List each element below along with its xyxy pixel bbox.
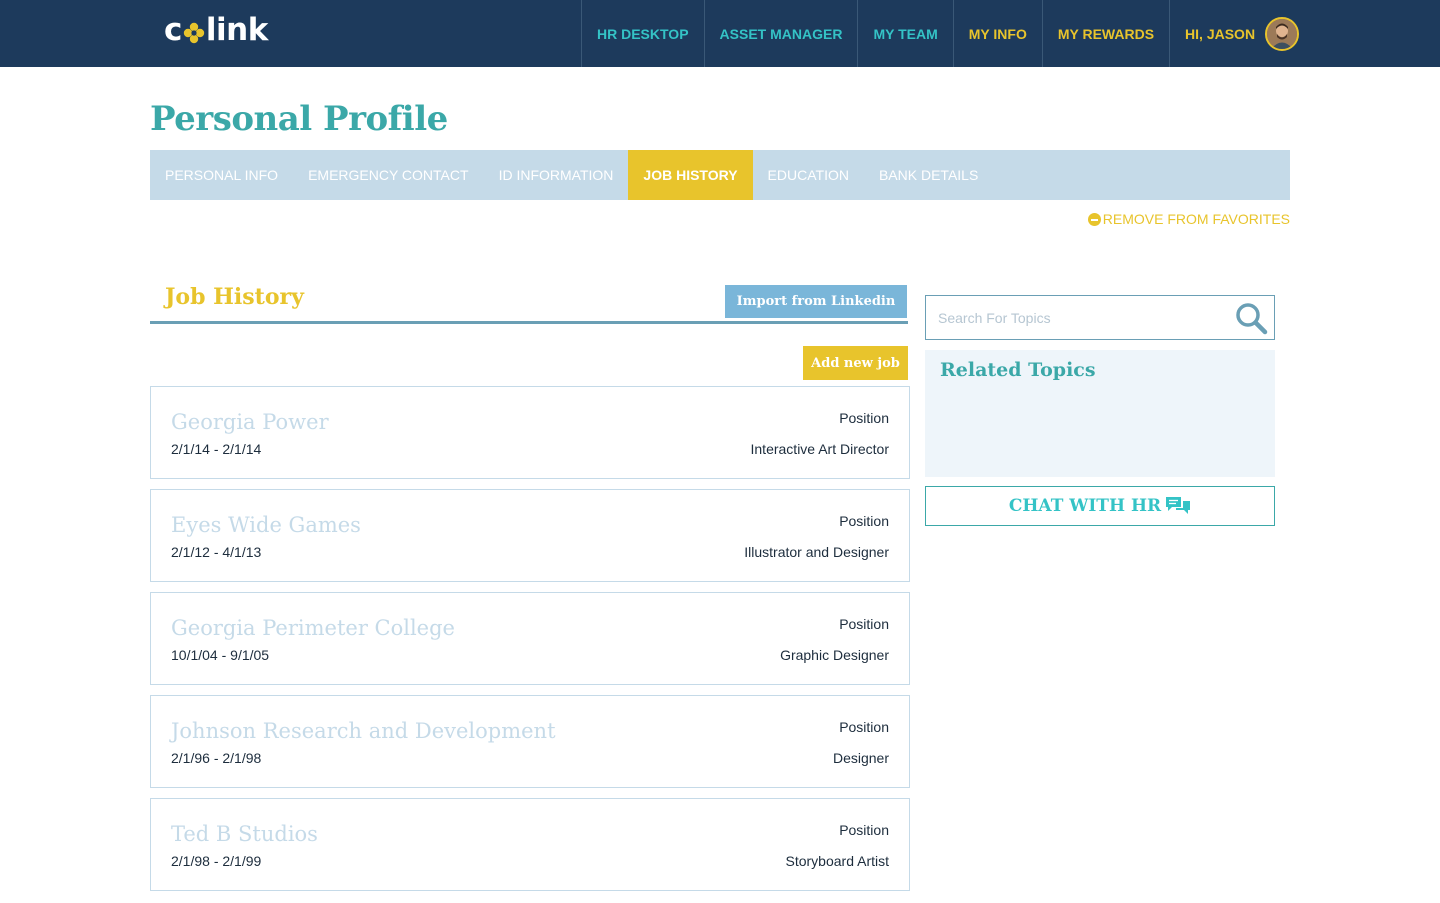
tab-personal-info[interactable]: PERSONAL INFO: [150, 150, 293, 200]
job-card[interactable]: Johnson Research and Development 2/1/96 …: [150, 695, 910, 788]
job-dates: 10/1/04 - 9/1/05: [171, 647, 270, 663]
position-label: Position: [839, 410, 889, 426]
chat-with-hr-button[interactable]: CHAT WITH HR: [925, 486, 1275, 526]
job-history-title: Job History: [165, 284, 304, 310]
main-nav: HR DESKTOP ASSET MANAGER MY TEAM MY INFO…: [581, 0, 1300, 67]
avatar[interactable]: [1265, 16, 1300, 51]
related-topics-panel: Related Topics: [925, 350, 1275, 477]
job-company[interactable]: Eyes Wide Games: [171, 513, 361, 537]
user-menu[interactable]: HI, JASON: [1169, 0, 1300, 67]
job-card[interactable]: Georgia Power 2/1/14 - 2/1/14 Position I…: [150, 386, 910, 479]
job-dates: 2/1/14 - 2/1/14: [171, 441, 262, 457]
nav-asset-manager[interactable]: ASSET MANAGER: [703, 0, 858, 67]
logo-text-start: c: [164, 12, 182, 48]
search-icon[interactable]: [1234, 301, 1268, 335]
job-position: Storyboard Artist: [785, 853, 890, 869]
job-dates: 2/1/12 - 4/1/13: [171, 544, 262, 560]
import-from-linkedin-button[interactable]: Import from Linkedin: [725, 285, 907, 318]
chat-with-hr-label: CHAT WITH HR: [1008, 496, 1162, 516]
nav-my-rewards[interactable]: MY REWARDS: [1041, 0, 1169, 67]
job-position: Graphic Designer: [780, 647, 889, 663]
position-label: Position: [839, 719, 889, 735]
tab-bank-details[interactable]: BANK DETAILS: [864, 150, 993, 200]
position-label: Position: [839, 513, 889, 529]
colink-logo[interactable]: c link: [164, 12, 268, 48]
chat-bubbles-icon: [1166, 497, 1191, 514]
position-label: Position: [839, 822, 889, 838]
tab-emergency-contact[interactable]: EMERGENCY CONTACT: [293, 150, 484, 200]
job-company[interactable]: Ted B Studios: [171, 822, 318, 846]
job-company[interactable]: Johnson Research and Development: [171, 719, 556, 743]
job-dates: 2/1/98 - 2/1/99: [171, 853, 262, 869]
tab-education[interactable]: EDUCATION: [753, 150, 864, 200]
job-position: Illustrator and Designer: [744, 544, 889, 560]
job-company[interactable]: Georgia Perimeter College: [171, 616, 455, 640]
tab-id-information[interactable]: ID INFORMATION: [484, 150, 629, 200]
page-title: Personal Profile: [150, 99, 448, 139]
nav-hr-desktop[interactable]: HR DESKTOP: [581, 0, 704, 67]
profile-tabs: PERSONAL INFO EMERGENCY CONTACT ID INFOR…: [150, 150, 1290, 200]
search-input[interactable]: [926, 296, 1226, 339]
job-card[interactable]: Eyes Wide Games 2/1/12 - 4/1/13 Position…: [150, 489, 910, 582]
job-card[interactable]: Georgia Perimeter College 10/1/04 - 9/1/…: [150, 592, 910, 685]
minus-circle-icon: [1087, 212, 1101, 226]
add-new-job-button[interactable]: Add new job: [803, 346, 908, 380]
job-dates: 2/1/96 - 2/1/98: [171, 750, 262, 766]
job-company[interactable]: Georgia Power: [171, 410, 329, 434]
flower-icon: [183, 22, 205, 44]
avatar-portrait-icon: [1267, 18, 1298, 49]
related-topics-title: Related Topics: [940, 359, 1096, 381]
job-card[interactable]: Ted B Studios 2/1/98 - 2/1/99 Position S…: [150, 798, 910, 891]
job-position: Interactive Art Director: [750, 441, 890, 457]
remove-from-favorites-label: REMOVE FROM FAVORITES: [1102, 211, 1290, 227]
job-list: Georgia Power 2/1/14 - 2/1/14 Position I…: [150, 386, 910, 901]
top-navigation-bar: c link HR DESKTOP ASSET MANAGER MY TEAM …: [0, 0, 1440, 67]
logo-text-end: link: [205, 12, 268, 48]
job-position: Designer: [832, 750, 889, 766]
user-greeting: HI, JASON: [1185, 25, 1256, 42]
nav-my-info[interactable]: MY INFO: [952, 0, 1042, 67]
position-label: Position: [839, 616, 889, 632]
nav-my-team[interactable]: MY TEAM: [857, 0, 952, 67]
tab-job-history[interactable]: JOB HISTORY: [628, 150, 753, 200]
remove-from-favorites-link[interactable]: REMOVE FROM FAVORITES: [1087, 211, 1290, 227]
section-divider: [150, 321, 908, 324]
topic-search-box: [925, 295, 1275, 340]
